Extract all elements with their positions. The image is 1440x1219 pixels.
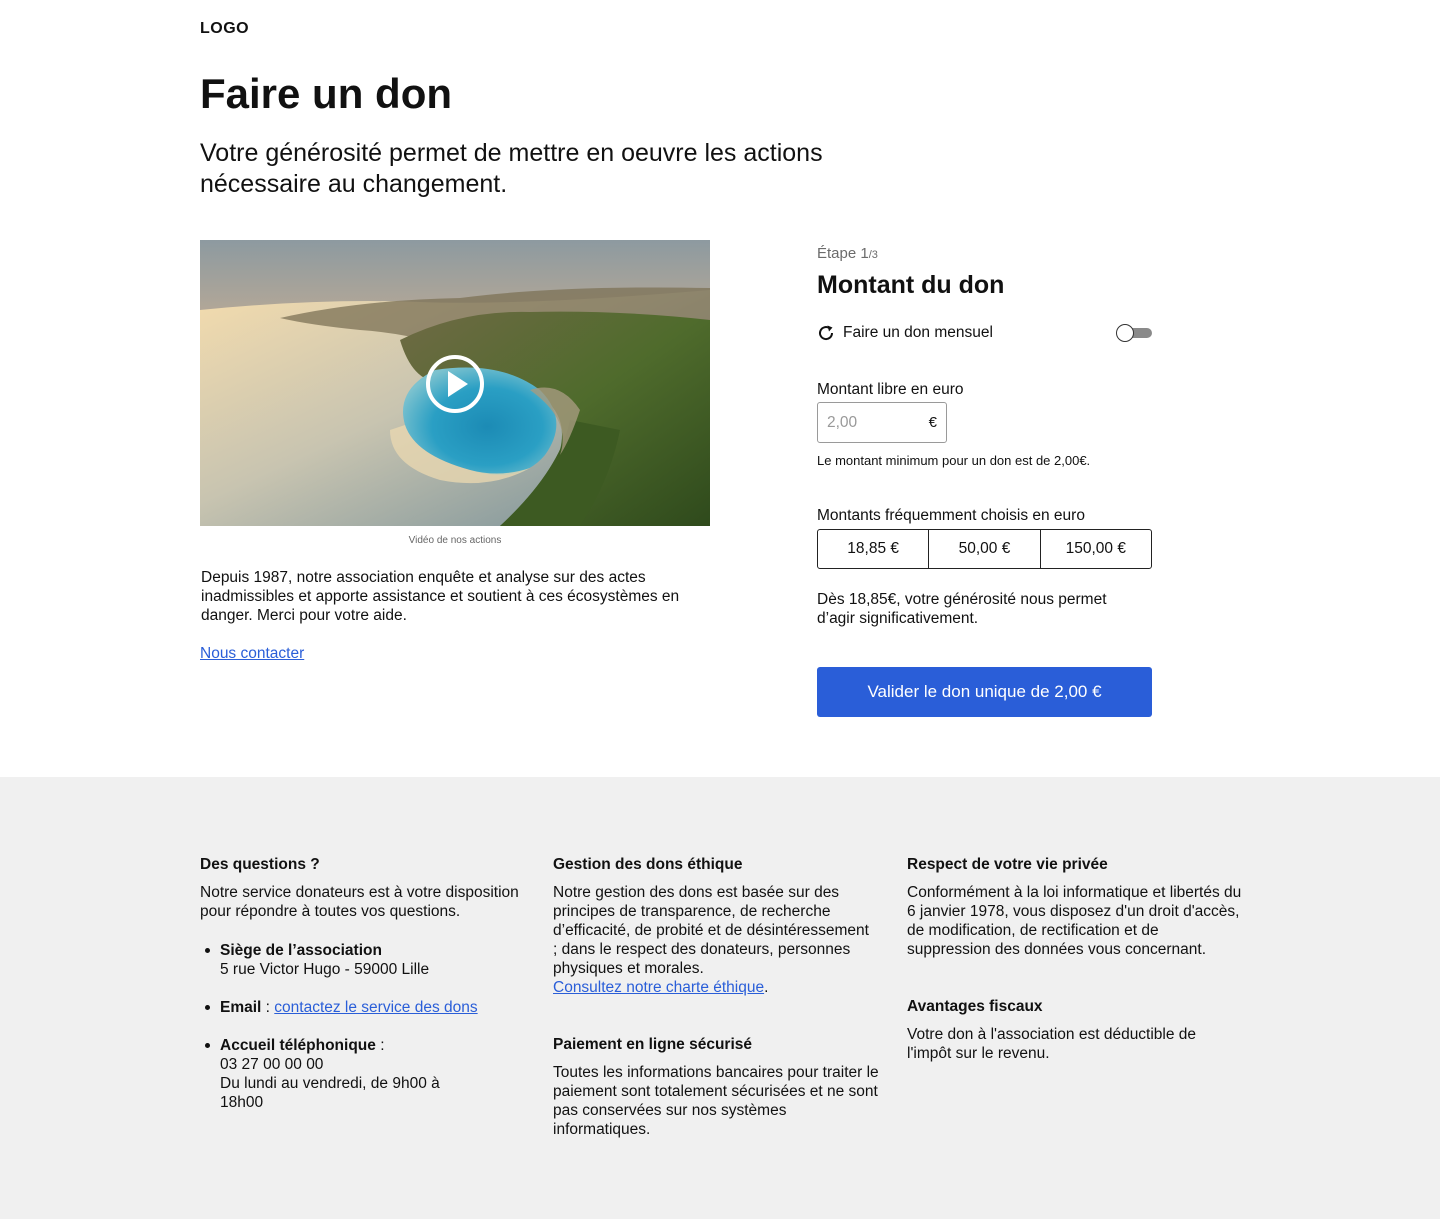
amount-option-1885[interactable]: 18,85 € [818,530,928,568]
frequent-amounts-label: Montants fréquemment choisis en euro [817,507,1085,524]
video-player[interactable] [200,240,710,526]
list-item-hq: Siège de l’association 5 rue Victor Hugo… [200,941,540,979]
monthly-donation-toggle[interactable] [1116,324,1152,342]
video-caption: Vidéo de nos actions [408,535,502,546]
phone-hours: Du lundi au vendredi, de 9h00 à 18h00 [220,1075,440,1111]
ethics-text: Notre gestion des dons est basée sur des… [553,883,873,997]
email-label: Email [220,999,262,1016]
page-title: Faire un don [200,70,452,117]
list-item-email: Email : contactez le service des dons [200,998,540,1017]
questions-text: Notre service donateurs est à votre disp… [200,884,519,920]
monthly-donation-label: Faire un don mensuel [843,324,993,341]
privacy-title: Respect de votre vie privée [907,856,1108,873]
association-intro: Depuis 1987, notre association enquête e… [201,569,680,624]
step-indicator: Étape 1/3 [817,245,878,262]
payment-text: Toutes les informations bancaires pour t… [553,1064,879,1138]
custom-amount-field[interactable]: € [817,402,947,443]
contact-list: Siège de l’association 5 rue Victor Hugo… [200,941,540,1112]
ethics-link-suffix: . [764,979,769,996]
impact-note: Dès 18,85€, votre générosité nous permet… [817,591,1107,627]
step-label: Étape 1 [817,245,869,262]
refresh-icon [819,325,834,341]
logo[interactable]: LOGO [200,20,249,38]
submit-donation-button[interactable]: Valider le don unique de 2,00 € [817,667,1152,717]
tax-text: Votre don à l'association est déductible… [907,1026,1197,1062]
ethics-body: Notre gestion des dons est basée sur des… [553,884,869,977]
hq-address: 5 rue Victor Hugo - 59000 Lille [220,961,430,978]
currency-symbol: € [928,414,937,431]
phone-number: 03 27 00 00 00 [220,1056,324,1073]
footer-questions: Des questions ? Notre service donateurs … [200,855,540,1131]
footer-ethics-payment: Gestion des dons éthique Notre gestion d… [553,855,893,1139]
email-separator: : [261,999,275,1016]
amount-option-15000[interactable]: 150,00 € [1039,530,1151,568]
frequent-amounts-group: 18,85 € 50,00 € 150,00 € [817,529,1152,569]
monthly-donation-row: Faire un don mensuel [817,322,1153,344]
play-icon[interactable] [424,353,486,415]
ethics-charter-link[interactable]: Consultez notre charte éthique [553,979,764,996]
minimum-amount-note: Le montant minimum pour un don est de 2,… [817,453,1091,468]
questions-title: Des questions ? [200,856,320,873]
footer-privacy-tax: Respect de votre vie privée Conformément… [907,855,1247,1063]
email-contact-link[interactable]: contactez le service des dons [274,999,477,1016]
phone-label: Accueil téléphonique [220,1037,376,1054]
step-total: /3 [868,249,878,261]
toggle-knob [1116,324,1134,342]
page-subtitle: Votre générosité permet de mettre en oeu… [200,139,823,198]
tax-title: Avantages fiscaux [907,998,1043,1015]
list-item-phone: Accueil téléphonique : 03 27 00 00 00 Du… [200,1036,540,1112]
custom-amount-input[interactable] [827,413,917,432]
custom-amount-label: Montant libre en euro [817,381,964,398]
contact-link[interactable]: Nous contacter [200,645,304,663]
footer: Des questions ? Notre service donateurs … [0,777,1440,1219]
hq-label: Siège de l’association [220,942,382,959]
ethics-title: Gestion des dons éthique [553,856,743,873]
payment-title: Paiement en ligne sécurisé [553,1036,753,1053]
phone-separator: : [375,1037,385,1054]
form-title: Montant du don [817,271,1005,299]
amount-option-5000[interactable]: 50,00 € [928,530,1039,568]
privacy-text: Conformément à la loi informatique et li… [907,884,1242,958]
